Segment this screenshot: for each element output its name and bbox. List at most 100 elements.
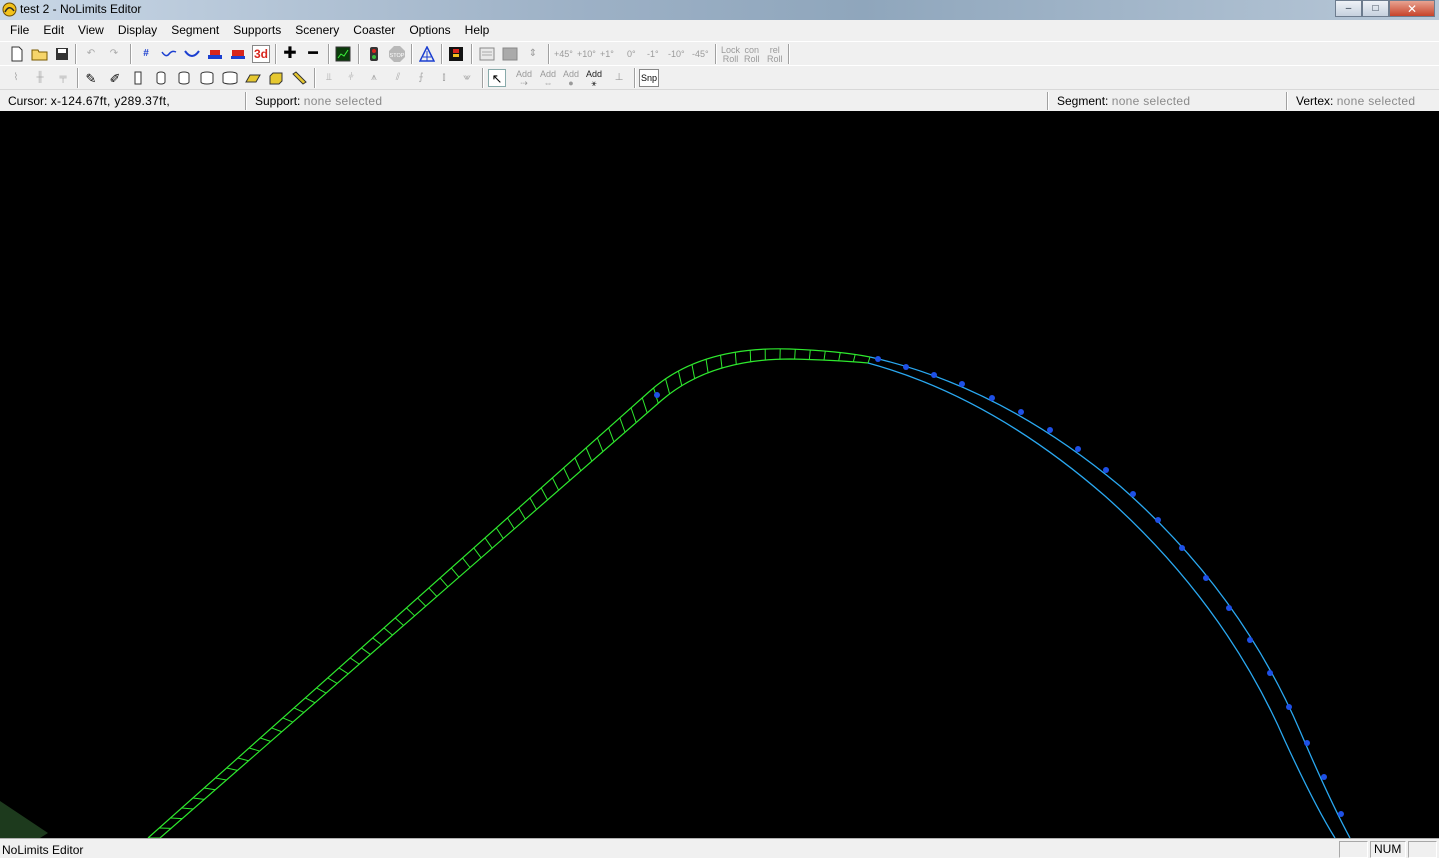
track-vertex[interactable] (959, 381, 965, 387)
vertex-value: none selected (1336, 94, 1416, 108)
pitch-zero[interactable]: 0° (627, 50, 636, 59)
support-a-icon[interactable]: ⌇ (7, 69, 25, 87)
track-vertex[interactable] (1179, 545, 1185, 551)
multi-pencil-icon[interactable]: ✐ (106, 69, 124, 87)
tower-3-icon[interactable]: ⩚ (365, 69, 383, 87)
rel-roll-button[interactable]: rel Roll (767, 46, 783, 64)
menu-supports[interactable]: Supports (226, 20, 288, 41)
tower-7-icon[interactable]: ⩖ (458, 69, 476, 87)
align-icon[interactable]: ⇕ (524, 45, 542, 63)
traffic-light-icon[interactable] (365, 45, 383, 63)
select-arrow-icon[interactable]: ↖ (488, 69, 506, 87)
pitch-plus-1[interactable]: +1° (600, 50, 614, 59)
insert-icon[interactable]: ✚ (281, 45, 299, 63)
track-vertex[interactable] (1267, 670, 1273, 676)
pylon-icon[interactable] (418, 45, 436, 63)
track-vertex[interactable] (1286, 704, 1292, 710)
open-folder-icon[interactable] (31, 45, 49, 63)
pitch-minus-1[interactable]: -1° (647, 50, 659, 59)
track-canvas[interactable] (0, 111, 1439, 838)
track-vertex[interactable] (1047, 427, 1053, 433)
track-vertex[interactable] (931, 372, 937, 378)
support-field: Support: none selected (255, 93, 382, 109)
3d-view-icon[interactable]: 3d (252, 45, 270, 63)
cyl-3-icon[interactable] (198, 69, 216, 87)
maximize-button[interactable]: □ (1362, 0, 1389, 17)
beam-icon[interactable] (290, 69, 308, 87)
tower-2-icon[interactable]: ⫩ (342, 69, 360, 87)
minimize-button[interactable]: – (1335, 0, 1362, 17)
fill-box-icon[interactable] (501, 45, 519, 63)
track-vertex[interactable] (875, 356, 881, 362)
remove-icon[interactable]: ━ (304, 45, 322, 63)
support-b-icon[interactable]: ╫ (31, 69, 49, 87)
track-vertices (654, 356, 1344, 817)
track-tie (596, 437, 604, 452)
save-icon[interactable] (53, 45, 71, 63)
menu-display[interactable]: Display (111, 20, 164, 41)
plank-icon[interactable] (244, 69, 262, 87)
track-dip-icon[interactable] (183, 45, 201, 63)
menu-scenery[interactable]: Scenery (288, 20, 346, 41)
add-support-button[interactable]: Add ⚹ (586, 70, 602, 88)
train-icon[interactable] (229, 45, 247, 63)
close-button[interactable]: ✕ (1389, 0, 1435, 17)
support-toolbar: ⌇ ╫ ╤ ✎ ✐ ⫫ ⫩ ⩚ ⫽ ⨍ ⫾ ⩖ ↖ Add ⇢ Add ⇔ Add ●… (0, 65, 1439, 89)
grid-icon[interactable]: # (137, 45, 155, 63)
add-segment-button[interactable]: Add ⇔ (540, 70, 556, 88)
menu-options[interactable]: Options (402, 20, 457, 41)
stats-icon[interactable] (334, 45, 352, 63)
track-wave-icon[interactable] (160, 45, 178, 63)
block-icon[interactable] (267, 69, 285, 87)
brake-icon[interactable] (447, 45, 465, 63)
track-vertex[interactable] (654, 392, 660, 398)
pitch-plus-45[interactable]: +45° (554, 50, 573, 59)
track-vertex[interactable] (1226, 605, 1232, 611)
support-c-icon[interactable]: ╤ (54, 69, 72, 87)
track-vertex[interactable] (1338, 811, 1344, 817)
station-icon[interactable] (206, 45, 224, 63)
cyl-1-icon[interactable] (152, 69, 170, 87)
track-vertex[interactable] (1103, 467, 1109, 473)
snap-button[interactable]: Snp (639, 69, 659, 87)
ground-icon[interactable]: ⊥ (610, 69, 628, 87)
track-vertex[interactable] (1247, 637, 1253, 643)
pillar-icon[interactable] (129, 69, 147, 87)
lock-roll-button[interactable]: Lock Roll (721, 46, 740, 64)
undo-icon[interactable]: ↶ (82, 45, 100, 63)
menu-view[interactable]: View (71, 20, 111, 41)
pitch-plus-10[interactable]: +10° (577, 50, 596, 59)
tower-4-icon[interactable]: ⫽ (389, 69, 407, 87)
tower-1-icon[interactable]: ⫫ (320, 69, 338, 87)
track-vertex[interactable] (1203, 575, 1209, 581)
tower-5-icon[interactable]: ⨍ (412, 69, 430, 87)
new-file-icon[interactable] (8, 45, 26, 63)
track-vertex[interactable] (1304, 740, 1310, 746)
track-vertex[interactable] (1321, 774, 1327, 780)
pencil-icon[interactable]: ✎ (82, 69, 100, 87)
track-tie (852, 354, 856, 362)
pitch-minus-45[interactable]: -45° (692, 50, 709, 59)
menu-coaster[interactable]: Coaster (346, 20, 402, 41)
track-vertex[interactable] (1130, 491, 1136, 497)
stop-icon[interactable]: STOP (388, 45, 406, 63)
cyl-2-icon[interactable] (175, 69, 193, 87)
redo-icon[interactable]: ↷ (105, 45, 123, 63)
menu-edit[interactable]: Edit (36, 20, 71, 41)
view-box-icon[interactable] (478, 45, 496, 63)
menu-help[interactable]: Help (458, 20, 497, 41)
cyl-4-icon[interactable] (221, 69, 239, 87)
menu-file[interactable]: File (3, 20, 36, 41)
track-vertex[interactable] (1018, 409, 1024, 415)
menu-segment[interactable]: Segment (164, 20, 226, 41)
con-roll-button[interactable]: con Roll (744, 46, 760, 64)
add-node-button[interactable]: Add ● (563, 70, 579, 88)
track-vertex[interactable] (1075, 446, 1081, 452)
tower-6-icon[interactable]: ⫾ (435, 69, 453, 87)
track-vertex[interactable] (989, 395, 995, 401)
pitch-minus-10[interactable]: -10° (668, 50, 685, 59)
track-vertex[interactable] (1155, 517, 1161, 523)
add-vertex-button[interactable]: Add ⇢ (516, 70, 532, 88)
editor-viewport[interactable] (0, 111, 1439, 838)
track-vertex[interactable] (903, 364, 909, 370)
